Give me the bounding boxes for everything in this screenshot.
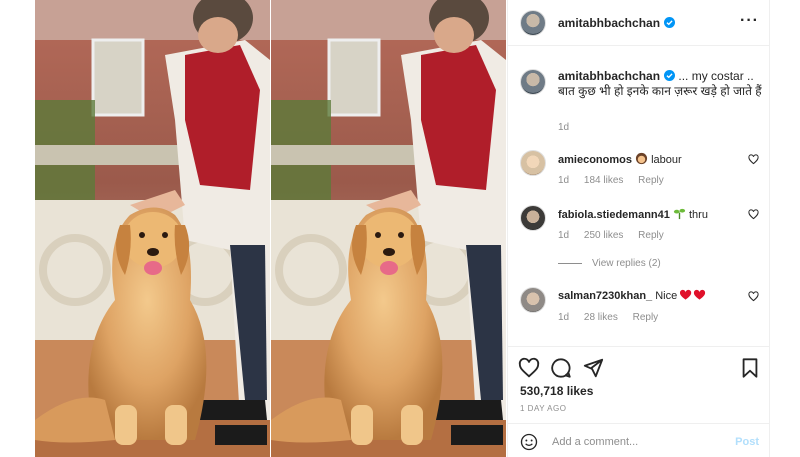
comment-meta: 1d 250 likes Reply <box>558 230 676 241</box>
caption-text: amitabhbachchan ... my costar .. बात कुछ… <box>558 69 763 99</box>
comment-likes[interactable]: 28 likes <box>584 312 618 323</box>
like-comment-heart-icon[interactable] <box>748 209 759 220</box>
header-username[interactable]: amitabhbachchan <box>558 16 660 30</box>
reply-button[interactable]: Reply <box>633 312 659 323</box>
plant-emoji-icon <box>673 208 686 220</box>
add-comment-bar: Add a comment... Post <box>508 423 771 457</box>
avatar[interactable] <box>520 150 546 176</box>
comment-likes[interactable]: 184 likes <box>584 175 623 186</box>
page-margin <box>770 0 800 457</box>
comment-text: labour <box>648 154 682 166</box>
avatar[interactable] <box>520 205 546 231</box>
verified-badge-icon <box>664 17 676 28</box>
post-photo[interactable] <box>0 0 507 457</box>
caption-avatar[interactable] <box>520 69 546 95</box>
post-header: amitabhbachchan ··· <box>508 0 771 46</box>
dog-and-man-photo <box>35 0 270 457</box>
comment-input[interactable]: Add a comment... <box>552 436 638 448</box>
view-replies-line <box>558 263 582 264</box>
more-options-icon[interactable]: ··· <box>740 13 759 29</box>
comment-time[interactable]: 1d <box>558 230 569 241</box>
comment-item: salman7230khan_ Nice 1d 28 likes Reply <box>520 287 765 327</box>
comment-time[interactable]: 1d <box>558 175 569 186</box>
comment-username[interactable]: salman7230khan_ <box>558 290 652 302</box>
red-hearts-emoji-icon <box>680 289 706 300</box>
photo-panel-right <box>271 0 506 457</box>
comment-item: fabiola.stiedemann41 thru 1d 250 likes R… <box>520 205 765 245</box>
post-date[interactable]: 1 DAY AGO <box>520 404 566 413</box>
emoji-smiley-icon[interactable] <box>520 433 538 451</box>
photo-panel-left <box>35 0 270 457</box>
likes-count[interactable]: 530,718 likes <box>520 384 593 398</box>
comment-body: fabiola.stiedemann41 thru <box>558 207 708 221</box>
comment-text: Nice <box>652 290 678 302</box>
post-comment-button[interactable]: Post <box>735 436 759 448</box>
avatar[interactable] <box>520 9 546 36</box>
reply-button[interactable]: Reply <box>638 175 664 186</box>
view-replies-label: View replies (2) <box>592 258 661 269</box>
caption-username[interactable]: amitabhbachchan <box>558 69 660 83</box>
like-comment-heart-icon[interactable] <box>748 154 759 165</box>
comment-time[interactable]: 1d <box>558 312 569 323</box>
view-replies-button[interactable]: View replies (2) <box>558 258 661 269</box>
share-paper-plane-icon[interactable] <box>582 357 604 379</box>
like-heart-icon[interactable] <box>518 357 540 379</box>
comment-meta: 1d 184 likes Reply <box>558 175 676 186</box>
dog-and-man-photo-duplicate <box>271 0 506 457</box>
post-sidebar: amitabhbachchan ··· amitabhbachchan ... … <box>507 0 771 457</box>
woman-emoji-icon <box>635 152 648 165</box>
bookmark-icon[interactable] <box>739 357 761 379</box>
reply-button[interactable]: Reply <box>638 230 664 241</box>
like-comment-heart-icon[interactable] <box>748 291 759 302</box>
avatar[interactable] <box>520 287 546 313</box>
comment-username[interactable]: amieconomos <box>558 154 632 166</box>
comment-meta: 1d 28 likes Reply <box>558 312 670 323</box>
caption-time[interactable]: 1d <box>558 122 569 133</box>
comment-likes[interactable]: 250 likes <box>584 230 623 241</box>
comment-text: thru <box>685 209 708 221</box>
comment-item: amieconomos labour 1d 184 likes Reply <box>520 150 765 190</box>
verified-badge-icon <box>664 70 676 81</box>
comment-body: salman7230khan_ Nice <box>558 289 706 302</box>
comment-body: amieconomos labour <box>558 152 682 166</box>
comment-bubble-icon[interactable] <box>550 357 572 379</box>
comment-username[interactable]: fabiola.stiedemann41 <box>558 209 670 221</box>
